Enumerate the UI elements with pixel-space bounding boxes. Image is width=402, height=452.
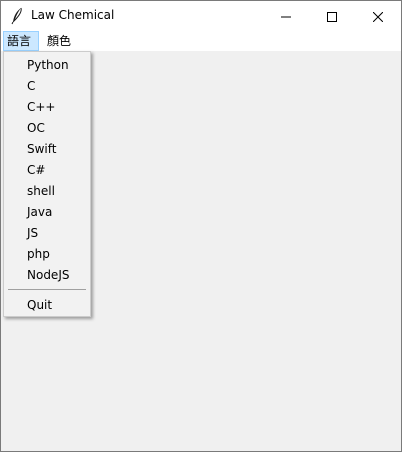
close-button[interactable] [355, 1, 401, 31]
menu-item-shell[interactable]: shell [4, 181, 90, 202]
menu-color[interactable]: 顏色 [43, 31, 75, 51]
feather-icon [10, 7, 26, 25]
menu-item-php[interactable]: php [4, 244, 90, 265]
menu-item-nodejs[interactable]: NodeJS [4, 265, 90, 286]
close-icon [372, 7, 384, 26]
menu-language[interactable]: 語言 [3, 31, 39, 51]
title-bar[interactable]: Law Chemical [1, 1, 401, 31]
menu-item-java[interactable]: Java [4, 202, 90, 223]
menu-item-quit[interactable]: Quit [4, 295, 90, 316]
minimize-icon [281, 7, 291, 26]
menu-bar: 語言 顏色 [1, 31, 401, 51]
language-dropdown-menu: Python C C++ OC Swift C# shell Java JS p… [3, 51, 91, 317]
menu-item-cpp[interactable]: C++ [4, 97, 90, 118]
maximize-icon [327, 7, 337, 26]
window-title: Law Chemical [31, 8, 115, 22]
menu-item-c[interactable]: C [4, 76, 90, 97]
menu-item-oc[interactable]: OC [4, 118, 90, 139]
menu-item-js[interactable]: JS [4, 223, 90, 244]
menu-separator [8, 289, 86, 290]
menu-item-swift[interactable]: Swift [4, 139, 90, 160]
app-window: Law Chemical 語言 顏色 Python C C++ OC Swift… [0, 0, 402, 452]
menu-item-csharp[interactable]: C# [4, 160, 90, 181]
minimize-button[interactable] [263, 1, 309, 31]
menu-item-python[interactable]: Python [4, 55, 90, 76]
maximize-button[interactable] [309, 1, 355, 31]
